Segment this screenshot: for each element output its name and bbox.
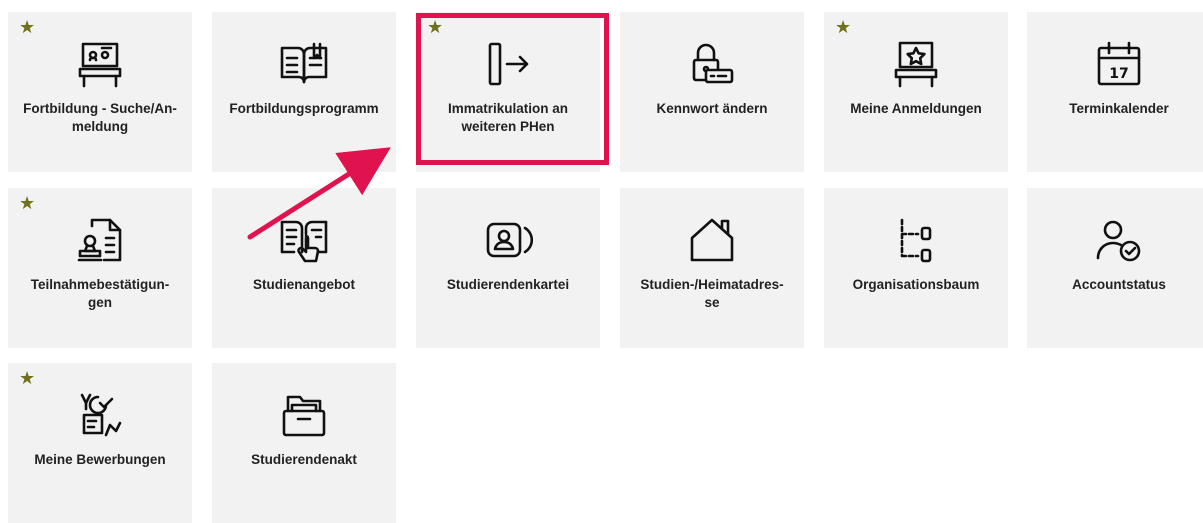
app-tile-label: Accountstatus: [1072, 277, 1166, 292]
favorite-star-icon: ★: [19, 368, 36, 388]
org-tree-icon: [890, 214, 942, 266]
app-tile[interactable]: Kennwort ändern: [620, 12, 804, 172]
favorite-star-icon: ★: [427, 17, 444, 37]
app-tile-label: Studienangebot: [253, 277, 355, 292]
certificate-stamp-icon: [74, 214, 126, 266]
app-tile[interactable]: ★ Immatrikulation an weiteren PHen: [416, 12, 600, 172]
app-tile-label: Fortbildungsprogramm: [229, 101, 379, 116]
app-tile-grid: ★ Fortbildung - Suche/An- meldung Fortbild…: [0, 0, 1203, 523]
app-tile[interactable]: ★ Fortbildung - Suche/An- meldung: [8, 12, 192, 172]
app-tile[interactable]: Fortbildungsprogramm: [212, 12, 396, 172]
app-tile-label: Meine Anmeldungen: [850, 101, 982, 116]
app-tile-label: Immatrikulation an weiteren PHen: [447, 101, 569, 134]
house-icon: [686, 214, 738, 266]
app-tile-label: Terminkalender: [1069, 101, 1169, 116]
app-tile[interactable]: Studierendenkartei: [416, 188, 600, 348]
app-tile-label: Fortbildung - Suche/An- meldung: [23, 101, 177, 134]
app-tile[interactable]: Studienangebot: [212, 188, 396, 348]
app-tile-label: Teilnahmebestätigun- gen: [30, 277, 170, 310]
app-tile-label: Studierendenakt: [251, 452, 357, 467]
calendar-icon: 17: [1093, 38, 1145, 90]
app-tile[interactable]: Accountstatus: [1027, 188, 1203, 348]
user-check-icon: [1093, 214, 1145, 266]
app-tile-label: Organisationsbaum: [852, 277, 980, 292]
app-tile[interactable]: 17 Terminkalender: [1027, 12, 1203, 172]
favorite-star-icon: ★: [19, 17, 36, 37]
app-tile-label: Meine Bewerbungen: [34, 452, 166, 467]
app-tile[interactable]: Studierendenakt: [212, 363, 396, 523]
app-tile[interactable]: ★ Teilnahmebestätigun- gen: [8, 188, 192, 348]
favorite-star-icon: ★: [19, 193, 36, 213]
app-tile[interactable]: ★ Meine Bewerbungen: [8, 363, 192, 523]
svg-text:17: 17: [1109, 66, 1128, 82]
favorite-star-icon: ★: [835, 17, 852, 37]
open-book-icon: [278, 38, 330, 90]
contact-card-icon: [482, 214, 534, 266]
door-exit-arrow-icon: [482, 38, 534, 90]
lock-password-icon: [686, 38, 738, 90]
app-tile-label: Studien-/Heimatadres- se: [640, 277, 784, 310]
star-board-icon: [890, 38, 942, 90]
app-tile[interactable]: Organisationsbaum: [824, 188, 1008, 348]
file-drawer-icon: [278, 389, 330, 441]
app-tile-label: Studierendenkartei: [446, 277, 570, 292]
app-tile[interactable]: ★ Meine Anmeldungen: [824, 12, 1008, 172]
book-hand-icon: [278, 214, 330, 266]
application-person-icon: [74, 389, 126, 441]
app-tile[interactable]: Studien-/Heimatadres- se: [620, 188, 804, 348]
classroom-board-icon: [74, 38, 126, 90]
app-tile-label: Kennwort ändern: [656, 101, 768, 116]
